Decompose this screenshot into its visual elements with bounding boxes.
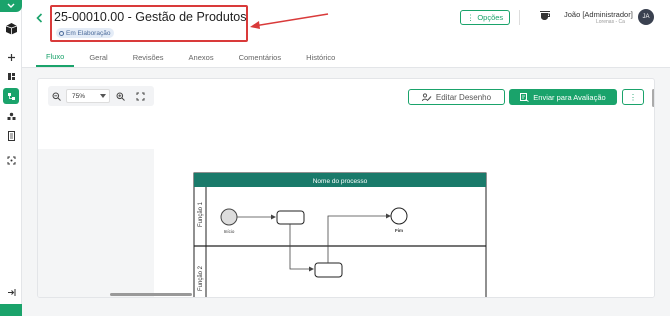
annotation-arrow-icon [250,13,329,29]
pool-frame [193,172,487,297]
shapes-icon[interactable] [3,108,19,124]
end-event [390,207,408,225]
send-for-review-button[interactable]: Enviar para Avaliação [509,89,617,105]
process-diagram: Nome do processo Função 1 Função 2 Iníci… [193,172,487,297]
help-button[interactable] [0,304,22,316]
review-icon [520,92,530,102]
zoom-out-button[interactable] [48,88,64,104]
end-label: Fim [395,228,403,233]
task-2 [314,262,343,278]
status-badge: Em Elaboração [56,28,115,38]
sidebar [0,0,22,316]
process-flow-icon[interactable] [3,88,19,104]
user-name[interactable]: João [Administrador] [564,10,633,19]
more-options-button[interactable]: ⋮ [622,89,644,105]
tab-bar: Fluxo Geral Revisões Anexos Comentários … [36,48,350,68]
zoom-toolbar: 75% [48,86,154,106]
tab-historico[interactable]: Histórico [296,48,345,67]
coffee-cup-icon[interactable] [540,11,551,24]
status-badge-label: Em Elaboração [66,29,111,37]
avatar[interactable]: JA [638,9,654,25]
lane-1-label: Função 1 [198,201,204,227]
pool-title: Nome do processo [313,178,368,185]
scan-icon[interactable] [3,152,19,168]
zoom-in-button[interactable] [112,88,128,104]
lane-2-label: Função 2 [198,265,204,291]
start-event [220,208,238,226]
menu-toggle-button[interactable] [0,0,22,12]
add-icon[interactable] [3,49,19,65]
kebab-icon: ⋮ [466,13,475,22]
task-1 [276,210,305,225]
canvas-margin [38,149,154,297]
fullscreen-button[interactable] [132,88,148,104]
user-company: Lorenas - Ca [596,19,625,25]
edit-drawing-button[interactable]: Editar Desenho [408,89,505,105]
tab-geral[interactable]: Geral [79,48,117,67]
start-label: Início [224,229,235,234]
document-icon[interactable] [3,128,19,144]
tabs-divider [22,67,670,68]
clock-icon [59,30,64,36]
caret-down-icon [100,94,106,98]
tab-revisoes[interactable]: Revisões [123,48,174,67]
tab-fluxo[interactable]: Fluxo [36,48,75,67]
logo-icon[interactable] [3,20,19,36]
chevron-left-icon[interactable] [36,10,43,26]
vertical-scrollbar[interactable] [652,89,654,107]
dashboard-icon[interactable] [3,68,19,84]
diagram-panel: 75% Editar Desenho Enviar para Avaliação… [37,78,655,298]
diagram-canvas[interactable]: Nome do processo Função 1 Função 2 Iníci… [154,149,654,297]
tab-anexos[interactable]: Anexos [179,48,224,67]
options-button[interactable]: ⋮ Opções [460,10,510,25]
horizontal-scrollbar[interactable] [110,293,192,296]
page-title: 25-00010.00 - Gestão de Produtos [54,10,247,24]
collapse-icon[interactable] [3,284,19,300]
divider [519,10,520,25]
edit-users-icon [421,92,432,101]
zoom-select[interactable]: 75% [66,89,110,103]
tab-comentarios[interactable]: Comentários [229,48,292,67]
